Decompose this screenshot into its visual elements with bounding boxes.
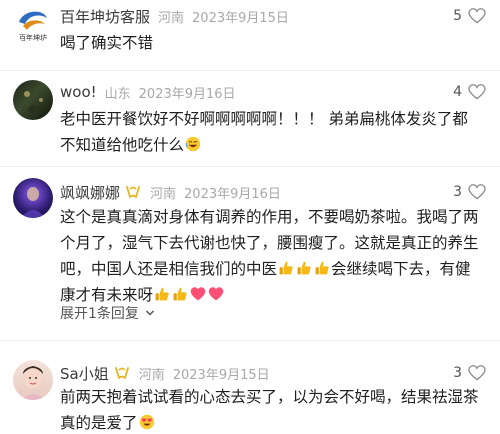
heart-icon[interactable] bbox=[468, 184, 486, 200]
divider bbox=[0, 166, 500, 167]
expand-replies-label: 展开1条回复 bbox=[60, 306, 139, 322]
commenter-region: 山东 bbox=[104, 86, 131, 102]
expand-replies-link[interactable]: 展开1条回复 bbox=[60, 302, 155, 324]
divider bbox=[0, 70, 500, 71]
like-count: 3 bbox=[453, 184, 462, 200]
fan-badge-icon bbox=[126, 186, 140, 198]
avatar[interactable] bbox=[13, 178, 53, 218]
commenter-region: 河南 bbox=[158, 10, 185, 26]
user-photo-icon bbox=[21, 187, 45, 218]
thumbs-up-emoji-icon bbox=[155, 287, 169, 301]
heart-eyes-emoji-icon bbox=[139, 414, 154, 430]
comment-date: 2023年9月15日 bbox=[192, 10, 289, 26]
comment-item: woo! 山东 2023年9月16日 4 老中医开餐饮好不好啊啊啊啊啊！！！ 弟… bbox=[0, 80, 500, 160]
commenter-region: 河南 bbox=[150, 186, 177, 202]
thumbs-up-emoji-icon bbox=[315, 261, 329, 275]
like-count: 4 bbox=[453, 84, 462, 100]
like-count: 3 bbox=[453, 365, 462, 381]
dark-photo-icon bbox=[24, 91, 43, 115]
comment-text: 前两天抱着试试看的心态去买了，以为会不好喝，结果祛湿茶真的是爱了 bbox=[60, 388, 479, 432]
comment-date: 2023年9月16日 bbox=[184, 186, 281, 202]
comment-item: Sa小姐 河南 2023年9月15日 3 前两天抱着试试看的心态去买了，以为会不… bbox=[0, 360, 500, 434]
heart-icon[interactable] bbox=[468, 84, 486, 100]
commenter-name[interactable]: 飒飒娜娜 bbox=[60, 182, 120, 203]
comment-text: 这个是真真滴对身体有调养的作用，不要喝奶茶啦。我喝了两个月了，湿气下去代谢也快了… bbox=[60, 208, 479, 304]
user-photo-icon bbox=[21, 366, 45, 400]
comment-item: 飒飒娜娜 河南 2023年9月16日 3 这个是真真滴对身体有调养的作用，不要喝… bbox=[0, 178, 500, 328]
divider bbox=[0, 340, 500, 341]
avatar[interactable] bbox=[13, 360, 53, 400]
commenter-region: 河南 bbox=[138, 367, 165, 383]
commenter-name[interactable]: Sa小姐 bbox=[60, 363, 109, 384]
avatar[interactable]: 百年坤坊 bbox=[13, 4, 53, 44]
heart-icon[interactable] bbox=[468, 365, 486, 381]
fan-badge-icon bbox=[114, 367, 129, 379]
brand-logo-icon: 百年坤坊 bbox=[19, 11, 47, 42]
red-heart-emoji-icon bbox=[208, 287, 224, 301]
red-heart-emoji-icon bbox=[190, 287, 206, 301]
brand-logo-text: 百年坤坊 bbox=[19, 33, 47, 42]
thumbs-up-emoji-icon bbox=[297, 261, 311, 275]
comment-text: 喝了确实不错 bbox=[60, 34, 154, 52]
commenter-name[interactable]: woo! bbox=[60, 83, 97, 101]
thumbs-up-emoji-icon bbox=[173, 287, 187, 301]
like-count: 5 bbox=[453, 8, 462, 24]
avatar[interactable] bbox=[13, 80, 53, 120]
commenter-name[interactable]: 百年坤坊客服 bbox=[60, 6, 150, 27]
laughing-emoji-icon bbox=[185, 136, 201, 152]
comment-date: 2023年9月15日 bbox=[172, 367, 270, 383]
comment-date: 2023年9月16日 bbox=[138, 86, 236, 102]
comment-text: 老中医开餐饮好不好啊啊啊啊啊！！！ 弟弟扁桃体发炎了都不知道给他吃什么 bbox=[60, 110, 468, 154]
thumbs-up-emoji-icon bbox=[279, 261, 293, 275]
chevron-down-icon bbox=[145, 310, 154, 316]
comment-item: 百年坤坊 百年坤坊客服 河南 2023年9月15日 5 喝了确实不错 bbox=[0, 0, 500, 62]
heart-icon[interactable] bbox=[468, 8, 486, 24]
